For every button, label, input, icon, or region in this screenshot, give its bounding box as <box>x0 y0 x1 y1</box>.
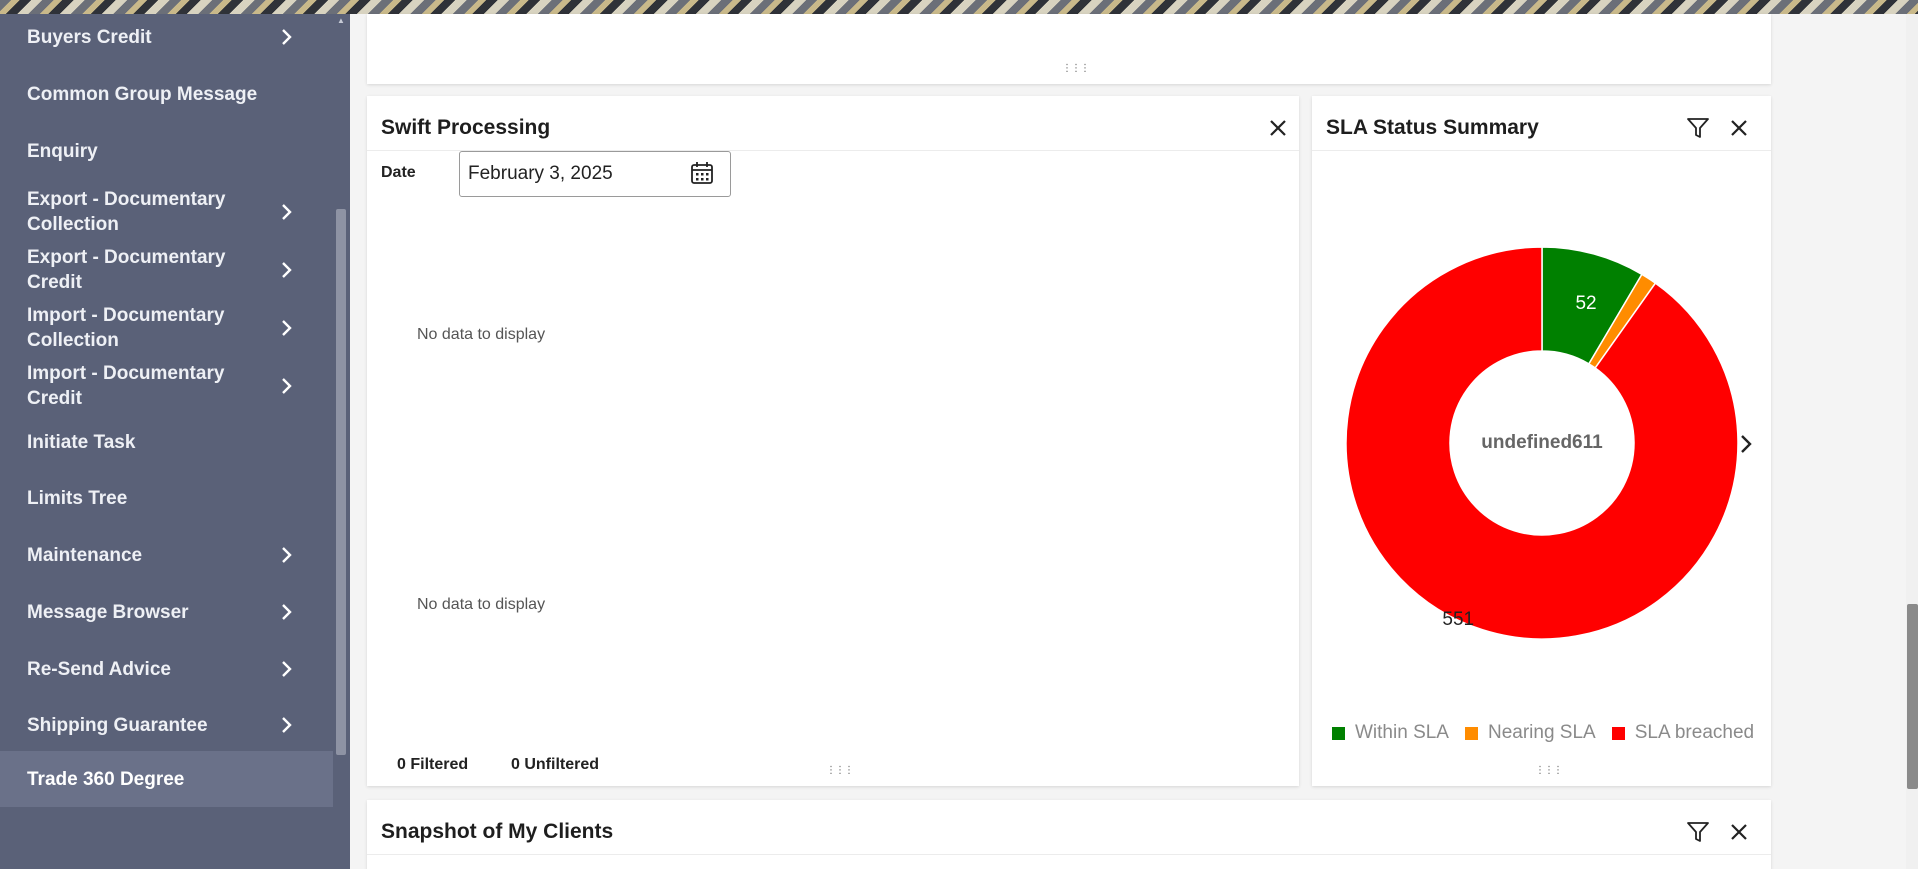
main-scrollbar-thumb[interactable] <box>1907 604 1918 789</box>
top-widget: ⋮⋮⋮ <box>367 14 1771 84</box>
sidebar-item-label: Enquiry <box>27 140 98 162</box>
legend-label: SLA breached <box>1634 722 1755 743</box>
sidebar-item-label: Initiate Task <box>27 431 136 453</box>
sidebar-item-maintenance[interactable]: Maintenance <box>0 532 333 578</box>
unfiltered-count[interactable]: 0 Unfiltered <box>511 756 599 774</box>
sidebar-item-enquiry[interactable]: Enquiry <box>0 128 333 174</box>
dashboard-main: ⋮⋮⋮ Swift Processing Date No data to dis… <box>350 14 1918 869</box>
snapshot-of-my-clients-widget: Snapshot of My Clients <box>367 800 1771 869</box>
chevron-right-icon <box>275 601 297 623</box>
donut-center-label: undefined611 <box>1481 432 1603 453</box>
sidebar-item-label: Message Browser <box>27 601 189 623</box>
sidebar: Buyers Credit Common Group Message Enquiry… <box>0 14 350 869</box>
sidebar-item-message-browser[interactable]: Message Browser <box>0 589 333 635</box>
sidebar-item-import-documentary-credit[interactable]: Import - Documentary Credit <box>0 358 333 414</box>
legend-item[interactable]: SLA breached <box>1611 722 1755 744</box>
sla-donut-chart: 52 551 undefined611 <box>1345 246 1739 640</box>
legend-swatch <box>1611 726 1625 740</box>
date-label: Date <box>381 164 416 181</box>
sidebar-item-label: Import - Documentary Credit <box>27 363 225 409</box>
chevron-right-icon <box>275 375 297 397</box>
no-data-message: No data to display <box>417 326 546 343</box>
chevron-right-icon <box>275 259 297 281</box>
chevron-right-icon[interactable] <box>1734 432 1758 456</box>
sidebar-item-shipping-guarantee[interactable]: Shipping Guarantee <box>0 702 333 748</box>
sidebar-item-label: Buyers Credit <box>27 26 152 48</box>
legend-swatch <box>1464 726 1478 740</box>
drag-handle-icon[interactable]: ⋮⋮⋮ <box>1535 766 1563 776</box>
slice-data-label: 52 <box>1575 293 1596 314</box>
legend-swatch <box>1332 726 1345 740</box>
sla-status-summary-widget: SLA Status Summary 52 551 undefined611 Wit… <box>1312 96 1771 786</box>
sidebar-item-label: Shipping Guarantee <box>27 714 208 736</box>
close-icon[interactable] <box>1264 114 1292 142</box>
close-icon[interactable] <box>1725 818 1753 846</box>
swift-processing-widget: Swift Processing Date No data to display… <box>367 96 1299 786</box>
chart-legend: Within SLA Nearing SLA SLA breached <box>1332 722 1754 744</box>
sidebar-item-limits-tree[interactable]: Limits Tree <box>0 475 333 521</box>
widget-title: Snapshot of My Clients <box>381 820 614 843</box>
sidebar-item-buyers-credit[interactable]: Buyers Credit <box>0 14 333 60</box>
chevron-right-icon <box>275 26 297 48</box>
sidebar-item-label: Maintenance <box>27 544 143 566</box>
chevron-right-icon <box>275 317 297 339</box>
sidebar-scrollbar-thumb[interactable] <box>336 209 346 755</box>
no-data-message: No data to display <box>417 596 546 613</box>
legend-label: Nearing SLA <box>1487 722 1596 743</box>
sidebar-item-label: Trade 360 Degree <box>27 768 185 790</box>
scroll-up-icon[interactable]: ▲ <box>337 16 345 25</box>
slice-data-label: 551 <box>1442 609 1474 630</box>
sidebar-item-trade-360-degree[interactable]: Trade 360 Degree <box>0 751 333 807</box>
chevron-right-icon <box>275 714 297 736</box>
sidebar-item-export-documentary-credit[interactable]: Export - Documentary Credit <box>0 242 333 298</box>
sidebar-item-re-send-advice[interactable]: Re-Send Advice <box>0 646 333 692</box>
legend-label: Within SLA <box>1355 722 1449 743</box>
chevron-right-icon <box>275 658 297 680</box>
sidebar-item-label: Re-Send Advice <box>27 658 171 680</box>
sidebar-item-initiate-task[interactable]: Initiate Task <box>0 419 333 465</box>
legend-item[interactable]: Nearing SLA <box>1464 722 1596 744</box>
widget-title: Swift Processing <box>381 116 551 139</box>
drag-handle-icon[interactable]: ⋮⋮⋮ <box>826 766 854 776</box>
sidebar-item-import-documentary-collection[interactable]: Import - Documentary Collection <box>0 300 333 356</box>
header-divider <box>367 854 1771 855</box>
sidebar-item-label: Common Group Message <box>27 83 258 105</box>
sidebar-item-label: Import - Documentary Collection <box>27 305 225 351</box>
filtered-count[interactable]: 0 Filtered <box>397 756 468 774</box>
sidebar-item-label: Export - Documentary Collection <box>27 189 226 235</box>
chevron-right-icon <box>275 544 297 566</box>
top-decorative-band <box>0 0 1918 14</box>
sidebar-item-export-documentary-collection[interactable]: Export - Documentary Collection <box>0 184 333 240</box>
calendar-icon[interactable] <box>689 160 715 186</box>
sidebar-item-label: Export - Documentary Credit <box>27 247 226 293</box>
chevron-right-icon <box>275 201 297 223</box>
sidebar-item-label: Limits Tree <box>27 487 128 509</box>
legend-item[interactable]: Within SLA <box>1332 722 1449 744</box>
filter-icon[interactable] <box>1684 818 1712 846</box>
drag-handle-icon[interactable]: ⋮⋮⋮ <box>1062 64 1090 74</box>
sidebar-item-common-group-message[interactable]: Common Group Message <box>0 71 333 117</box>
